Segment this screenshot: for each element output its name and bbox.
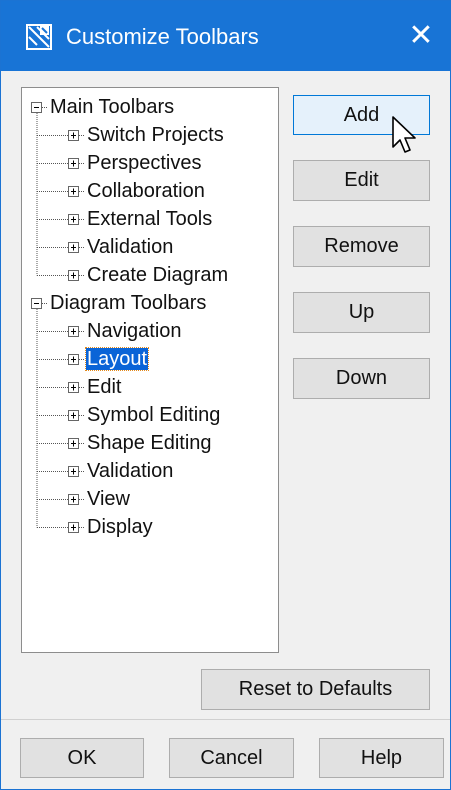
cancel-button[interactable]: Cancel xyxy=(169,738,294,778)
tree-node-label: Symbol Editing xyxy=(87,404,221,426)
tree-item[interactable]: Validation xyxy=(86,458,174,484)
expand-icon[interactable] xyxy=(68,242,79,253)
expand-icon[interactable] xyxy=(68,354,79,365)
tree-item[interactable]: Collaboration xyxy=(86,178,206,204)
expand-icon[interactable] xyxy=(68,494,79,505)
expand-icon[interactable] xyxy=(68,130,79,141)
tree-item[interactable]: External Tools xyxy=(86,206,213,232)
divider xyxy=(1,719,450,720)
expand-icon[interactable] xyxy=(68,522,79,533)
tree-item[interactable]: Display xyxy=(86,514,154,540)
tree-node-label: Main Toolbars xyxy=(50,96,175,118)
expand-icon[interactable] xyxy=(68,466,79,477)
remove-button[interactable]: Remove xyxy=(293,226,430,267)
tree-item[interactable]: Symbol Editing xyxy=(86,402,221,428)
tree-node-label: Collaboration xyxy=(87,180,205,202)
tree-item[interactable]: View xyxy=(86,486,131,512)
tree-item[interactable]: Create Diagram xyxy=(86,262,229,288)
diagram-app-icon xyxy=(26,24,52,50)
expand-icon[interactable] xyxy=(68,382,79,393)
customize-toolbars-dialog: Customize Toolbars ✕ Main Toolbars Switch… xyxy=(0,0,451,790)
tree-node-label: Create Diagram xyxy=(87,264,229,286)
window-title: Customize Toolbars xyxy=(66,24,259,49)
tree-node-label: Layout xyxy=(84,347,150,371)
tree-item[interactable]: Validation xyxy=(86,234,174,260)
tree-node-label: Diagram Toolbars xyxy=(50,292,207,314)
expand-icon[interactable] xyxy=(68,214,79,225)
tree-item[interactable]: Switch Projects xyxy=(86,122,225,148)
tree-node-label: Perspectives xyxy=(87,152,202,174)
tree-node-label: Display xyxy=(87,516,153,538)
expand-icon[interactable] xyxy=(68,410,79,421)
tree-item[interactable]: Perspectives xyxy=(86,150,203,176)
tree-node-label: View xyxy=(87,488,130,510)
tree-item[interactable]: Edit xyxy=(86,374,122,400)
add-button[interactable]: Add xyxy=(293,95,430,135)
tree-item[interactable]: Navigation xyxy=(86,318,183,344)
reset-to-defaults-button[interactable]: Reset to Defaults xyxy=(201,669,430,710)
tree-group-1[interactable]: Diagram Toolbars xyxy=(49,290,207,316)
tree-node-label: Edit xyxy=(87,376,122,398)
help-button[interactable]: Help xyxy=(319,738,444,778)
tree-item[interactable]: Layout xyxy=(84,346,150,372)
title-bar: Customize Toolbars ✕ xyxy=(1,1,450,71)
tree-node-label: External Tools xyxy=(87,208,213,230)
tree-group-0[interactable]: Main Toolbars xyxy=(49,94,175,120)
expand-icon[interactable] xyxy=(68,270,79,281)
collapse-icon[interactable] xyxy=(31,102,42,113)
tree-node-label: Navigation xyxy=(87,320,182,342)
tree-node-label: Switch Projects xyxy=(87,124,224,146)
ok-button[interactable]: OK xyxy=(20,738,144,778)
expand-icon[interactable] xyxy=(68,186,79,197)
toolbar-tree[interactable]: Main Toolbars Switch Projects Perspectives… xyxy=(21,87,279,653)
collapse-icon[interactable] xyxy=(31,298,42,309)
tree-node-label: Validation xyxy=(87,236,174,258)
tree-node-label: Shape Editing xyxy=(87,432,212,454)
down-button[interactable]: Down xyxy=(293,358,430,399)
expand-icon[interactable] xyxy=(68,326,79,337)
close-icon[interactable]: ✕ xyxy=(405,21,437,53)
expand-icon[interactable] xyxy=(68,438,79,449)
expand-icon[interactable] xyxy=(68,158,79,169)
edit-button[interactable]: Edit xyxy=(293,160,430,201)
up-button[interactable]: Up xyxy=(293,292,430,333)
tree-item[interactable]: Shape Editing xyxy=(86,430,213,456)
tree-node-label: Validation xyxy=(87,460,174,482)
